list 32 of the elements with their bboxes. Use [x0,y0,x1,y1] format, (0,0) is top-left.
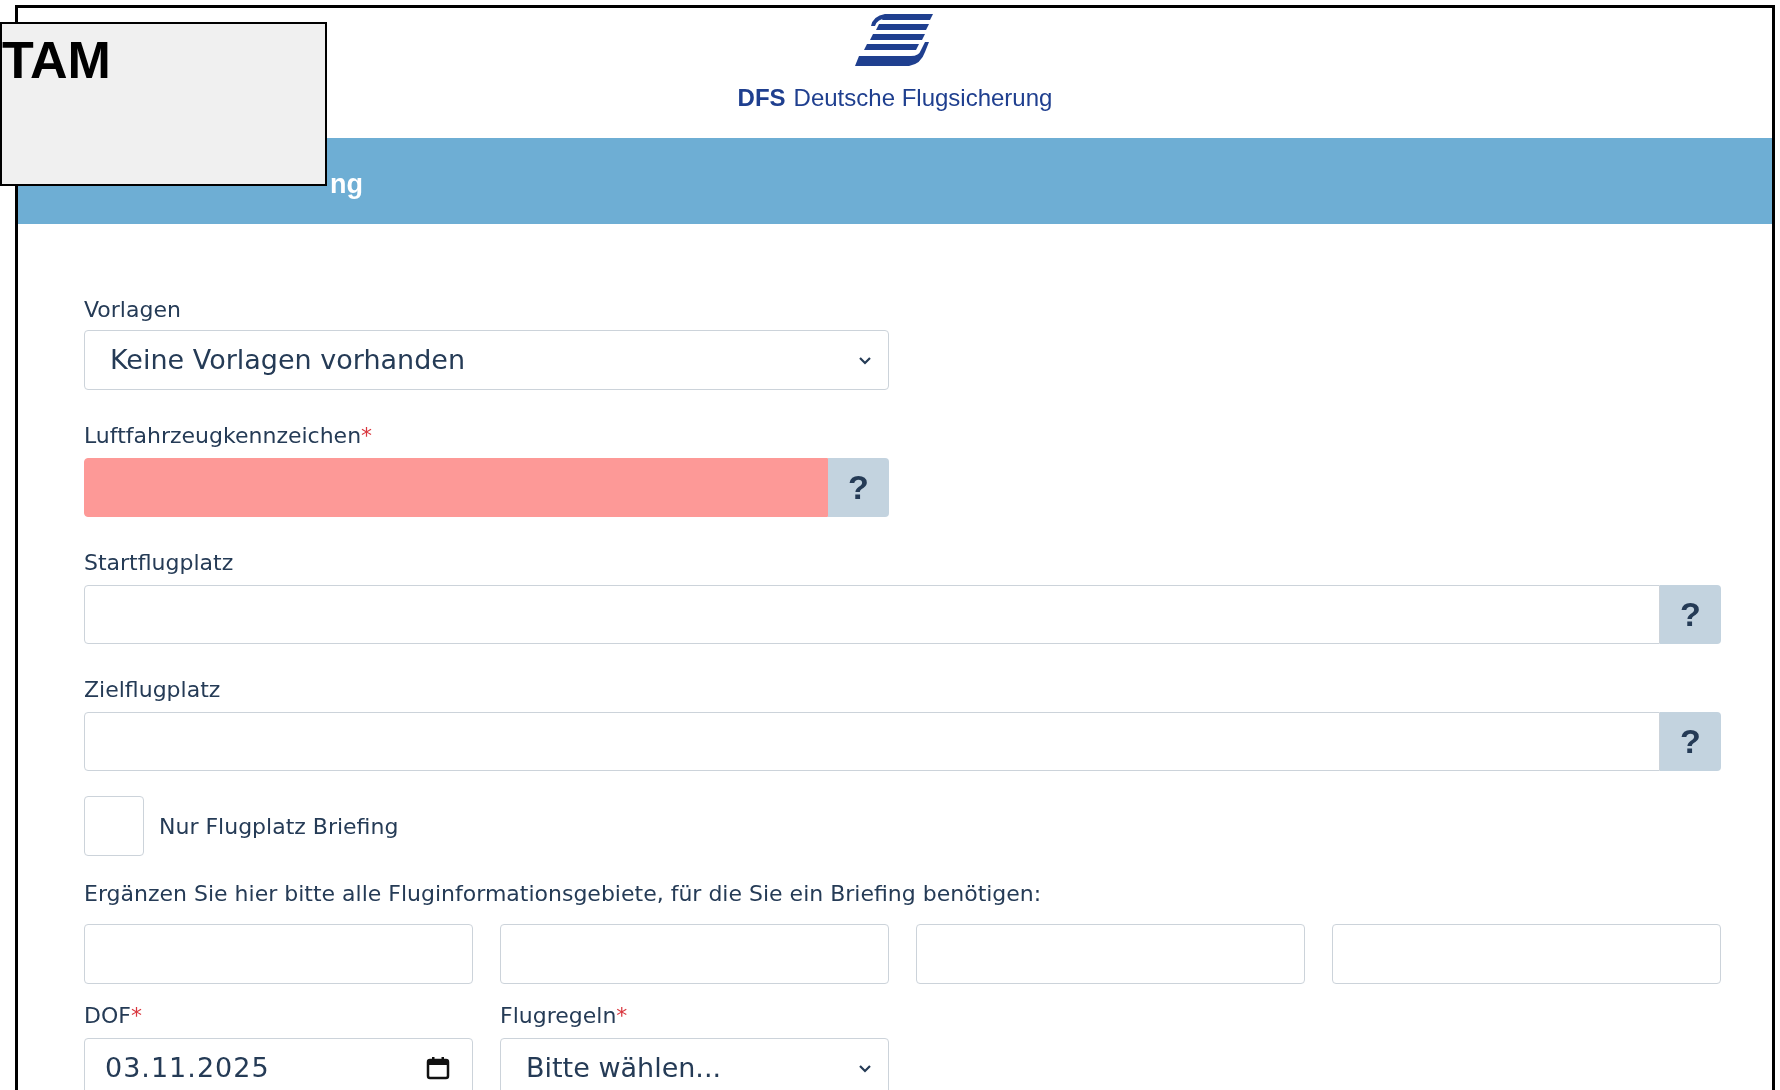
template-dropdown[interactable]: Keine Vorlagen vorhanden [84,330,889,390]
help-button[interactable]: ? [1660,712,1721,771]
text-field[interactable] [84,924,473,984]
checkbox[interactable] [84,796,144,856]
text-field[interactable] [1332,924,1721,984]
field-label: Luftfahrzeugkennzeichen [84,422,362,450]
field-label: Zielflugplatz [84,676,221,704]
field-label: Startflugplatz [84,549,234,577]
text-field[interactable] [84,458,828,517]
text-field[interactable] [84,585,1660,644]
instruction-text: Ergänzen Sie hier bitte alle Fluginformationsgebiete, für die Sie ein Briefing benötigen: [84,880,1042,908]
page-title: ng [330,167,363,201]
text-field[interactable] [916,924,1305,984]
help-button[interactable]: ? [1660,585,1721,644]
field-label: DOF [84,1002,131,1030]
help-button[interactable]: ? [828,458,889,517]
chevron-icon [858,355,872,365]
calendar-icon[interactable] [426,1056,450,1080]
text-field[interactable] [84,712,1660,771]
required-mark: * [130,1002,142,1030]
logo-brand: DFS [737,83,786,113]
required-mark: * [361,422,373,450]
checkbox-label: Nur Flugplatz Briefing [159,812,399,841]
flight-rules-dropdown[interactable]: Bitte wählen... [500,1038,889,1090]
chevron-icon [858,1063,872,1073]
date-field[interactable]: 03.11.2025 [84,1038,473,1090]
field-label: Vorlagen [84,296,181,324]
text-field[interactable] [500,924,889,984]
required-mark: * [616,1002,628,1030]
field-label: Flugregeln [500,1002,617,1030]
caption-text: TAM [2,34,111,86]
logo-text: Deutsche Flugsicherung [793,83,1053,113]
